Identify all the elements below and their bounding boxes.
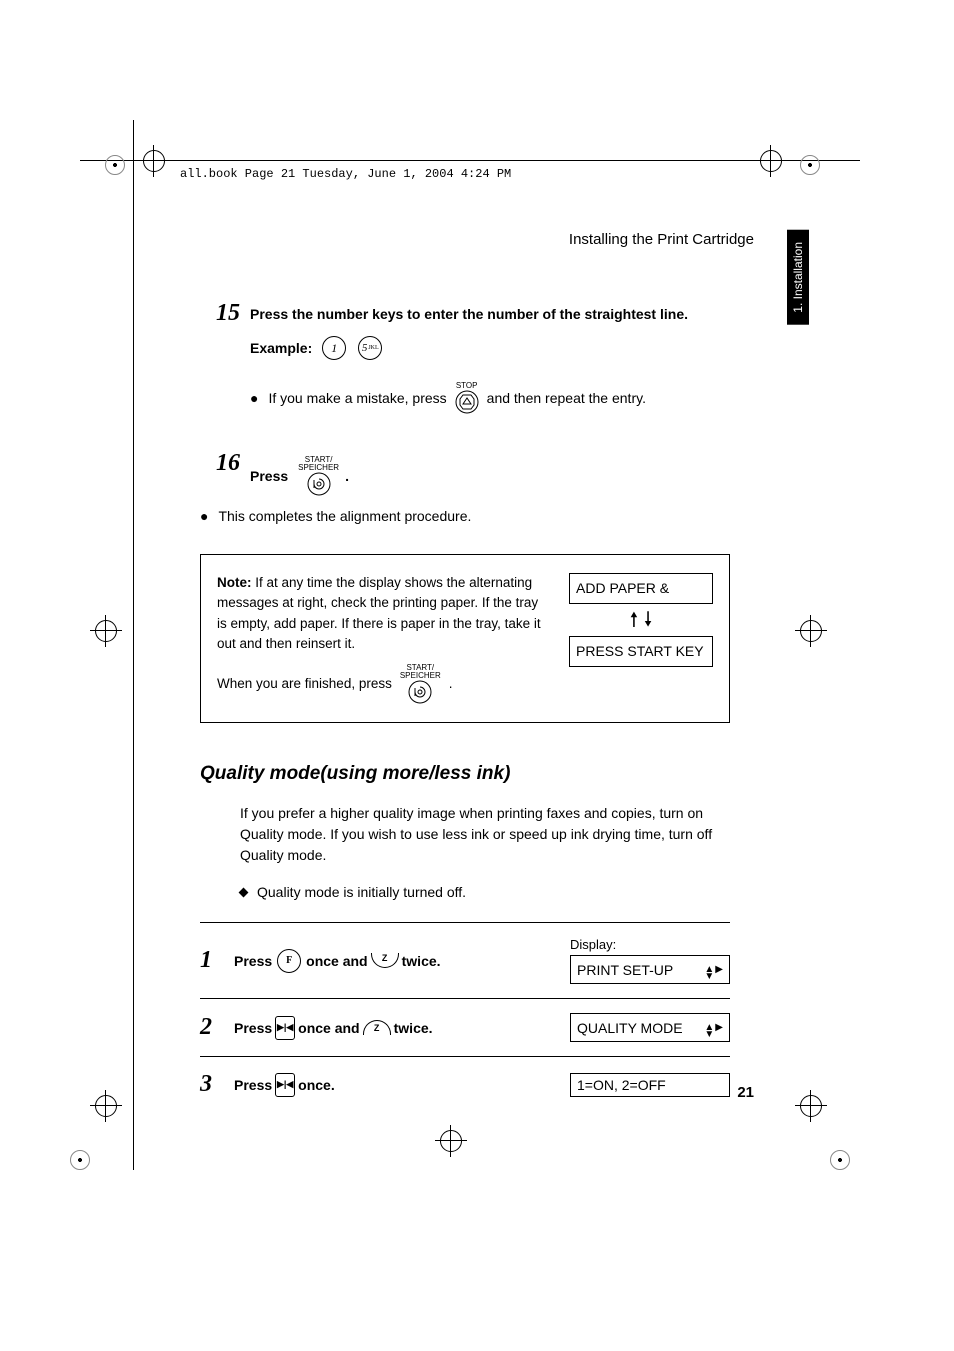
star-mark-icon (800, 155, 820, 175)
start-key-icon (307, 472, 331, 496)
registration-mark-icon (800, 620, 822, 642)
nav-arrows-icon: ▲▼ (704, 959, 723, 980)
display-readout: QUALITY MODE ▲▼ (570, 1013, 730, 1042)
up-arc-key: Z (363, 1020, 391, 1035)
quality-paragraph: If you prefer a higher quality image whe… (240, 803, 730, 866)
registration-mark-icon (760, 150, 782, 172)
nav-arrows-icon: ▲▼ (704, 1017, 723, 1038)
display-label: Display: (570, 937, 730, 952)
crop-line (80, 160, 860, 161)
quality-bullet-row: Quality mode is initially turned off. (200, 884, 730, 900)
proc-num: 2 (200, 1014, 226, 1041)
section-title: Installing the Print Cartridge (569, 231, 754, 248)
registration-mark-icon (95, 620, 117, 642)
registration-mark-icon (143, 150, 165, 172)
proc-num: 3 (200, 1071, 226, 1098)
step-number: 16 (200, 450, 240, 477)
bullet-text: This completes the alignment procedure. (218, 508, 471, 524)
page-number: 21 (737, 1084, 754, 1101)
bullet-text-suffix: and then repeat the entry. (487, 390, 646, 406)
step-15: 15 Press the number keys to enter the nu… (200, 300, 730, 424)
page: all.book Page 21 Tuesday, June 1, 2004 4… (0, 0, 954, 1351)
procedure-list: 1 Press F once and Z twice. Display: PRI… (200, 922, 730, 1112)
subheading-quality-mode: Quality mode(using more/less ink) (200, 763, 730, 785)
stop-key-icon (455, 390, 479, 414)
procedure-step-1: 1 Press F once and Z twice. Display: PRI… (200, 923, 730, 999)
star-mark-icon (105, 155, 125, 175)
registration-mark-icon (440, 1130, 462, 1152)
quality-bullet-text: Quality mode is initially turned off. (257, 884, 466, 900)
star-mark-icon (830, 1150, 850, 1170)
period: . (449, 674, 453, 694)
start-label-2: SPEICHER (298, 464, 339, 472)
bullet-text: If you make a mistake, press (268, 390, 446, 406)
display-readout: PRINT SET-UP ▲▼ (570, 955, 730, 984)
proc-num: 1 (200, 947, 226, 974)
bullet-icon: ● (250, 390, 258, 406)
start-key: START/ SPEICHER (298, 456, 339, 496)
number-key-1: 1 (322, 336, 346, 360)
number-key-5: 5JKL (358, 336, 382, 360)
step-16: 16 Press START/ SPEICHER . (200, 450, 730, 496)
note-label: Note: (217, 575, 252, 590)
step-number: 15 (200, 300, 240, 327)
content-area: 15 Press the number keys to enter the nu… (200, 300, 730, 1112)
chapter-tab: 1. Installation (787, 230, 809, 325)
diamond-bullet-icon (239, 887, 249, 897)
registration-mark-icon (800, 1095, 822, 1117)
press-label: Press (250, 468, 288, 484)
star-mark-icon (70, 1150, 90, 1170)
procedure-step-3: 3 Press ▶|◀ once. 1=ON, 2=OFF (200, 1057, 730, 1112)
note-body: If at any time the display shows the alt… (217, 575, 541, 651)
step-16-bullet: ● This completes the alignment procedure… (200, 508, 730, 524)
example-label: Example: (250, 340, 312, 356)
nav-key: ▶|◀ (275, 1073, 295, 1097)
start-key-icon (408, 680, 432, 704)
display-readout: 1=ON, 2=OFF (570, 1073, 730, 1097)
stop-key: STOP (455, 382, 479, 414)
start-key: START/ SPEICHER (400, 664, 441, 704)
display-msg-1: ADD PAPER & (569, 573, 713, 604)
function-key: F (277, 949, 301, 973)
display-msg-2: PRESS START KEY (569, 636, 713, 667)
pdf-header-line: all.book Page 21 Tuesday, June 1, 2004 4… (180, 167, 511, 181)
down-arc-key: Z (371, 953, 399, 968)
note-box: Note: If at any time the display shows t… (200, 554, 730, 723)
stop-label: STOP (456, 382, 478, 390)
crop-line (133, 120, 134, 1170)
registration-mark-icon (95, 1095, 117, 1117)
nav-key: ▶|◀ (275, 1016, 295, 1040)
display-messages: ADD PAPER & 🠕 🠗 PRESS START KEY (569, 573, 713, 673)
note-finish-text: When you are finished, press (217, 674, 392, 694)
bullet-icon: ● (200, 508, 208, 524)
step-instruction: Press the number keys to enter the numbe… (250, 306, 688, 322)
alternating-arrows-icon: 🠕 🠗 (569, 610, 713, 630)
period: . (345, 468, 349, 484)
procedure-step-2: 2 Press ▶|◀ once and Z twice. QUALITY MO… (200, 999, 730, 1057)
